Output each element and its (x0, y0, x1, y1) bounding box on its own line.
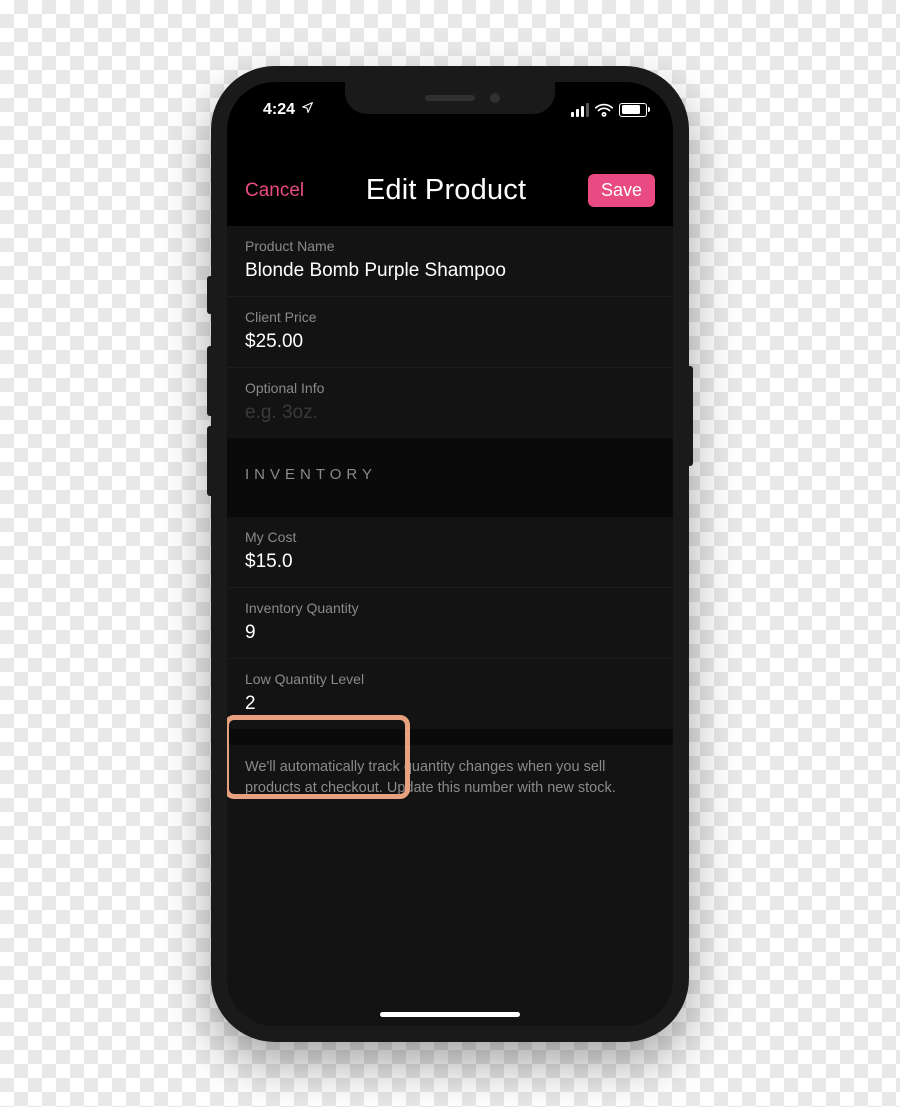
battery-icon (619, 103, 647, 117)
input-client-price[interactable] (245, 331, 655, 353)
page-title: Edit Product (366, 174, 526, 207)
home-indicator[interactable] (380, 1012, 520, 1017)
save-button[interactable]: Save (588, 174, 655, 207)
label-inventory-quantity: Inventory Quantity (245, 600, 655, 616)
field-inventory-quantity[interactable]: Inventory Quantity (227, 588, 673, 659)
status-time: 4:24 (263, 101, 295, 119)
form-content: Product Name Client Price Optional Info … (227, 226, 673, 1026)
field-my-cost[interactable]: My Cost (227, 517, 673, 588)
field-optional-info[interactable]: Optional Info (227, 368, 673, 438)
cellular-icon (571, 103, 589, 117)
phone-frame: 4:24 Cancel Edit Product Save Product Na… (211, 66, 689, 1042)
label-my-cost: My Cost (245, 529, 655, 545)
field-client-price[interactable]: Client Price (227, 297, 673, 368)
section-spacer (227, 501, 673, 517)
field-low-quantity-level[interactable]: Low Quantity Level (227, 659, 673, 729)
field-product-name[interactable]: Product Name (227, 226, 673, 297)
inventory-note: We'll automatically track quantity chang… (227, 745, 673, 817)
front-camera (490, 93, 500, 103)
phone-screen: 4:24 Cancel Edit Product Save Product Na… (227, 82, 673, 1026)
location-arrow-icon (301, 101, 314, 119)
input-my-cost[interactable] (245, 551, 655, 573)
input-inventory-quantity[interactable] (245, 622, 655, 644)
wifi-icon (595, 103, 613, 117)
label-client-price: Client Price (245, 309, 655, 325)
speaker-grille (425, 95, 475, 101)
label-optional-info: Optional Info (245, 380, 655, 396)
cancel-button[interactable]: Cancel (245, 180, 304, 202)
nav-bar: Cancel Edit Product Save (227, 132, 673, 226)
label-product-name: Product Name (245, 238, 655, 254)
section-inventory-header: INVENTORY (227, 438, 673, 501)
label-low-quantity-level: Low Quantity Level (245, 671, 655, 687)
input-low-quantity-level[interactable] (245, 693, 655, 715)
input-optional-info[interactable] (245, 402, 655, 424)
note-spacer (227, 729, 673, 745)
notch (345, 82, 555, 114)
input-product-name[interactable] (245, 260, 655, 282)
